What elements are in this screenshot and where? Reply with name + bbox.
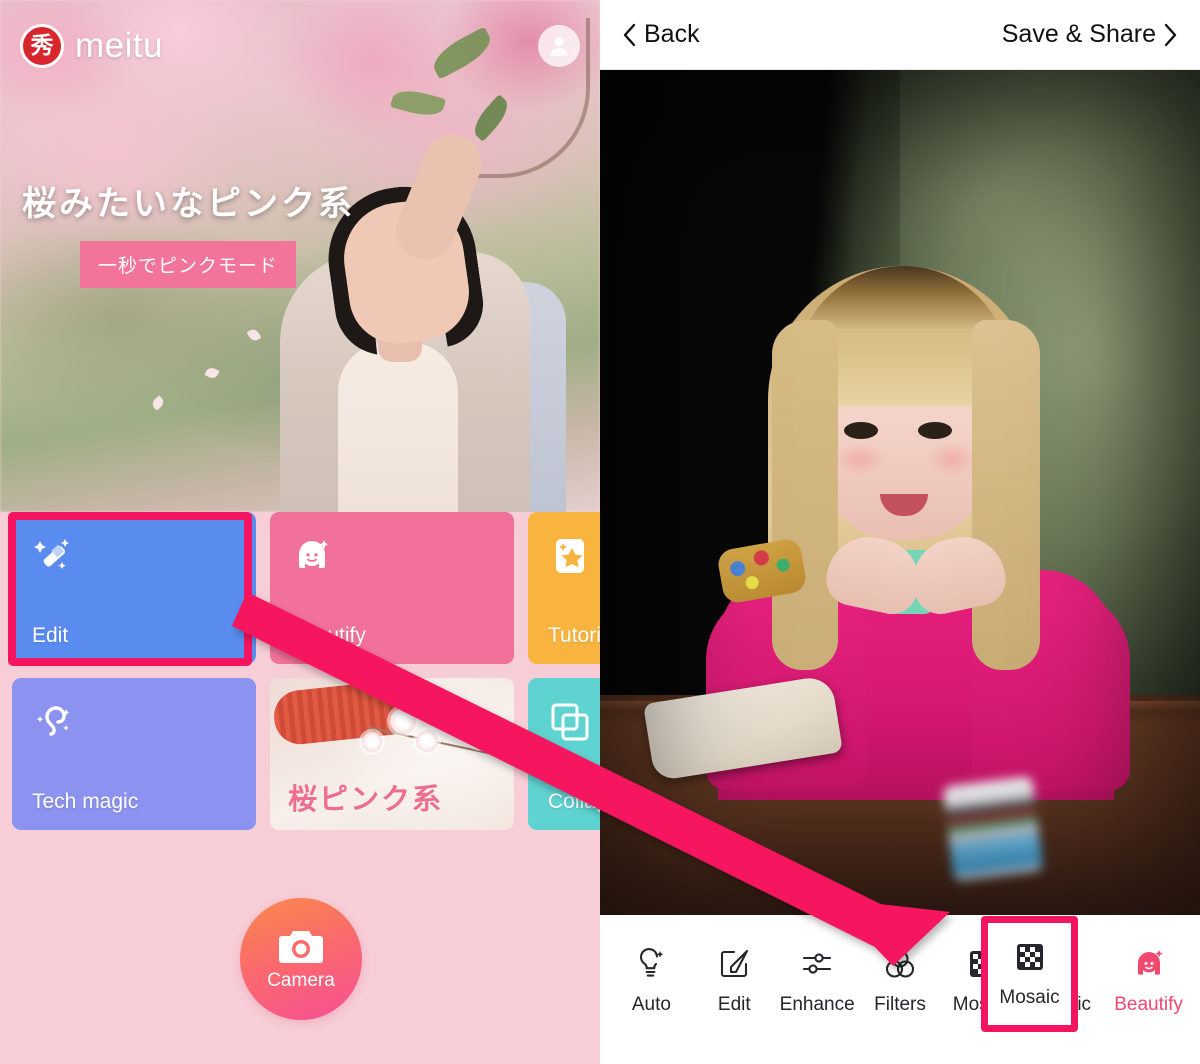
tool-label: Beautify (1114, 994, 1183, 1015)
photo-star-icon (556, 539, 584, 573)
editor-toolbar: Auto Edit Enhance Filters Beautify (600, 915, 1200, 1064)
hero-headline: 桜みたいなピンク系 (22, 184, 355, 224)
tool-edit[interactable]: Edit (693, 947, 776, 1016)
pencil-square-icon (721, 949, 749, 978)
screenshot-root: 秀 meitu 桜みたいなピンク系 一秒でピンクモード Edit Beautif… (0, 0, 1200, 1064)
feature-tile-grid: Edit Beautify Tutori Tech magic 桜ピンク系 Co… (0, 512, 600, 830)
tool-label: Enhance (779, 994, 855, 1015)
tool-auto[interactable]: Auto (610, 947, 693, 1016)
sakura-blossom (468, 724, 492, 748)
tile-collage[interactable]: Collage (528, 678, 600, 830)
account-avatar-button[interactable] (538, 25, 580, 67)
back-button[interactable]: Back (622, 20, 700, 49)
girl-face-icon (1137, 950, 1163, 975)
tile-beautify[interactable]: Beautify (270, 512, 514, 664)
auto-bulb-icon (640, 948, 664, 977)
camera-button[interactable]: Camera (240, 898, 362, 1020)
sakura-branch (367, 726, 514, 760)
sakura-blossom (390, 708, 416, 734)
three-circles-icon (885, 950, 915, 978)
camera-label: Camera (267, 970, 335, 991)
hero-model-figure (260, 112, 566, 512)
tile-tech-magic[interactable]: Tech magic (12, 678, 256, 830)
app-top-bar: 秀 meitu (0, 0, 600, 92)
tile-label: 桜ピンク系 (288, 782, 444, 816)
meitu-editor-screen: Back Save & Share Auto Edit Enhance Filt… (600, 0, 1200, 1064)
tile-label: Tech magic (32, 790, 139, 813)
tile-label: Beautify (290, 624, 366, 647)
sakura-blossom (362, 732, 382, 752)
mosaic-tool-highlight: Mosaic (981, 916, 1078, 1032)
sliders-icon (803, 953, 832, 974)
sakura-blossom (448, 704, 468, 724)
save-and-share-button[interactable]: Save & Share (1002, 20, 1178, 49)
tool-filters[interactable]: Filters (859, 947, 942, 1016)
tile-label: Tutorial (548, 624, 600, 647)
checkerboard-icon (1016, 944, 1043, 970)
app-wordmark: meitu (75, 26, 164, 65)
magic-wand-icon (34, 539, 69, 569)
tool-label: Mosaic (999, 987, 1060, 1008)
tile-sakura-pink[interactable]: 桜ピンク系 (270, 678, 514, 830)
photo-vignette (600, 70, 1200, 915)
hero-cta-button[interactable]: 一秒でピンクモード (80, 241, 297, 288)
meitu-home-screen: 秀 meitu 桜みたいなピンク系 一秒でピンクモード Edit Beautif… (0, 0, 600, 1064)
editor-header: Back Save & Share (600, 0, 1200, 70)
person-icon (550, 37, 568, 56)
frames-icon (551, 703, 589, 741)
tile-label: Edit (32, 624, 69, 647)
chevron-right-icon (1164, 23, 1177, 46)
back-label: Back (644, 20, 700, 48)
tile-tutorial[interactable]: Tutorial (528, 512, 600, 664)
tool-enhance[interactable]: Enhance (776, 947, 859, 1016)
save-and-share-label: Save & Share (1001, 20, 1156, 48)
tool-label: Edit (717, 994, 751, 1015)
tool-label: Filters (874, 994, 926, 1015)
chevron-left-icon (623, 23, 636, 46)
meitu-logo-icon: 秀 (20, 24, 64, 68)
sakura-blossom (416, 730, 438, 752)
girl-face-icon (299, 540, 328, 568)
tool-label: Auto (631, 994, 671, 1015)
tool-beautify[interactable]: Beautify (1107, 947, 1190, 1016)
hero-banner[interactable]: 秀 meitu 桜みたいなピンク系 一秒でピンクモード (0, 0, 600, 512)
hero-copy: 桜みたいなピンク系 一秒でピンクモード (22, 176, 355, 288)
hair-swirl-icon (36, 706, 70, 736)
app-brand: 秀 meitu (20, 24, 163, 68)
tile-label: Collage (548, 790, 600, 813)
camera-icon (279, 931, 323, 963)
sakura-mitten-photo (271, 679, 409, 747)
photo-canvas[interactable] (600, 70, 1200, 915)
tile-edit[interactable]: Edit (12, 512, 256, 664)
